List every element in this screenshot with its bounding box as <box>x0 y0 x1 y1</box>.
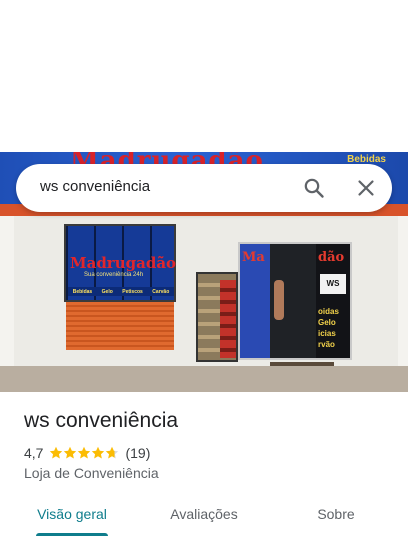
search-icon[interactable] <box>302 176 326 200</box>
star-icon <box>64 446 77 459</box>
window-sign-title: Madrugadão <box>70 254 177 272</box>
person <box>274 280 284 320</box>
search-bar[interactable]: ws conveniência <box>16 164 392 212</box>
close-icon[interactable] <box>354 176 378 200</box>
rating-stars <box>49 446 119 460</box>
rating-row[interactable]: 4,7 (19) <box>24 444 150 462</box>
door-left-sign: Ma <box>242 250 265 265</box>
star-icon <box>106 446 119 459</box>
tab-about[interactable]: Sobre <box>282 492 390 536</box>
door-right-sign: dão <box>318 250 345 265</box>
sidewalk <box>0 366 408 392</box>
rolling-shutter <box>66 302 174 350</box>
review-count[interactable]: (19) <box>125 445 150 461</box>
active-tab-indicator <box>36 533 108 536</box>
tab-reviews[interactable]: Avaliações <box>150 492 258 536</box>
star-icon <box>92 446 105 459</box>
window-sign-tags: Bebidas Gelo Petiscos Carvão <box>68 287 174 296</box>
window-sign: Madrugadão Sua conveniência 24h Bebidas … <box>64 224 176 302</box>
place-tabs: Visão geral Avaliações Sobre <box>0 492 408 544</box>
place-title: ws conveniência <box>24 409 179 432</box>
door-items-list: oidas Gelo icias rvão <box>318 307 339 349</box>
charcoal-rack <box>196 272 238 362</box>
star-icon <box>50 446 63 459</box>
store-door: Ma dão WS oidas Gelo icias rvão <box>238 242 352 360</box>
rating-value: 4,7 <box>24 445 44 461</box>
star-icon <box>78 446 91 459</box>
place-category[interactable]: Loja de Conveniência <box>24 465 159 481</box>
door-ws-logo: WS <box>320 274 346 294</box>
window-sign-subtitle: Sua conveniência 24h <box>84 272 144 278</box>
tab-overview[interactable]: Visão geral <box>18 492 126 536</box>
search-input[interactable]: ws conveniência <box>40 178 150 195</box>
